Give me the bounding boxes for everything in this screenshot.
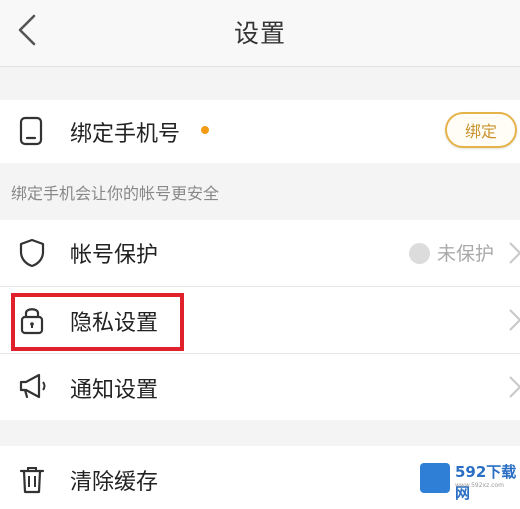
highlight-box (11, 293, 184, 351)
bind-button[interactable]: 绑定 (445, 112, 517, 148)
protection-status: 未保护 (437, 243, 495, 265)
notification-settings-row[interactable]: 通知设置 (0, 354, 520, 420)
watermark-sub: www.592xz.com (455, 482, 504, 489)
notification-settings-label: 通知设置 (70, 378, 159, 403)
phone-icon (19, 116, 43, 146)
watermark-logo: 592下载网 www.592xz.com (415, 458, 520, 502)
bind-phone-label: 绑定手机号 (70, 122, 181, 147)
unprotected-status-icon (409, 243, 430, 264)
chevron-right-icon (509, 309, 520, 331)
cube-logo-icon (420, 463, 450, 493)
bind-phone-row[interactable]: 绑定手机号 (0, 100, 520, 163)
bind-phone-hint: 绑定手机会让你的帐号更安全 (11, 184, 220, 203)
clear-cache-label: 清除缓存 (70, 470, 159, 495)
chevron-right-icon (509, 242, 520, 264)
page-title: 设置 (233, 19, 286, 48)
chevron-right-icon (509, 376, 520, 398)
megaphone-icon (19, 373, 46, 399)
shield-icon (19, 238, 45, 268)
top-bar: 设置 (0, 0, 520, 67)
new-indicator-dot (201, 126, 209, 134)
trash-icon (19, 467, 45, 494)
account-protection-label: 帐号保护 (70, 243, 159, 268)
